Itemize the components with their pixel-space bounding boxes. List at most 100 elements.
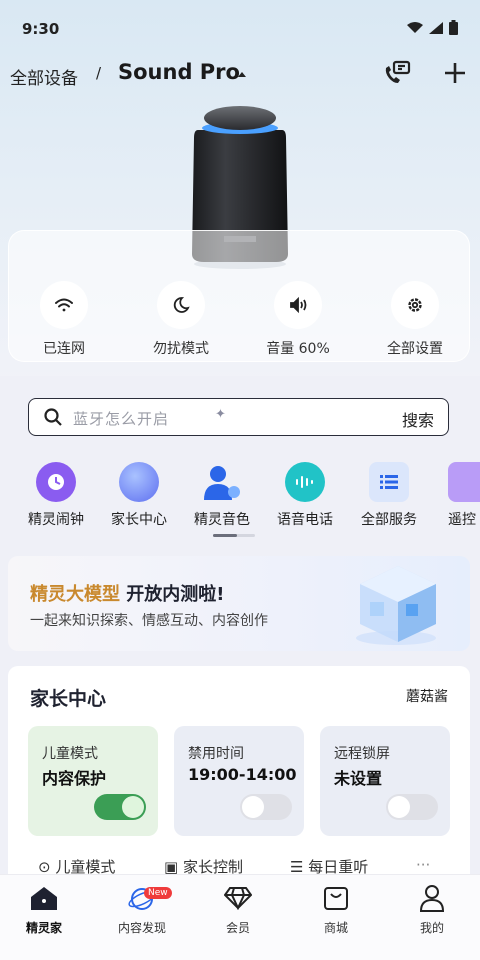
card-value: 内容保护	[42, 769, 107, 788]
list-glyph	[380, 475, 398, 489]
remote-lock-card[interactable]: 远程锁屏 未设置	[320, 726, 450, 836]
plus-icon	[445, 63, 465, 83]
moon-icon	[173, 297, 190, 313]
nav-label: 我的	[419, 921, 444, 935]
person-glyph	[204, 466, 240, 500]
alarm-clock-icon	[36, 462, 76, 502]
card-label: 儿童模式	[42, 746, 98, 762]
banner-highlight: 精灵大模型	[30, 584, 120, 605]
service-label: 遥控	[448, 512, 476, 528]
parent-center-user[interactable]: 蘑菇酱	[406, 686, 448, 706]
all-settings-button[interactable]: 全部设置	[360, 281, 470, 358]
service-all[interactable]: 全部服务	[351, 462, 427, 529]
battery-icon	[449, 20, 458, 35]
quick-label: 全部设置	[387, 341, 443, 357]
home-icon	[31, 887, 57, 910]
status-bar: 9:30	[0, 0, 480, 60]
nav-membership[interactable]: 会员	[198, 883, 278, 936]
nav-label: 商城	[323, 921, 348, 935]
sparkle-icon: ✦	[215, 407, 226, 422]
signal-icon	[429, 21, 443, 34]
more-icon[interactable]: ···	[416, 856, 430, 874]
caret-icon	[238, 72, 246, 77]
planet-icon	[119, 462, 159, 502]
search-bar[interactable]: 蓝牙怎么开启 ✦ 搜索	[28, 398, 449, 436]
bottom-nav: 精灵家 New 内容发现 会员 商城 我的	[0, 874, 480, 960]
network-status-button[interactable]: 已连网	[9, 281, 119, 358]
toggle-knob	[388, 796, 410, 818]
status-time: 9:30	[22, 20, 60, 38]
wifi-icon	[55, 298, 73, 312]
child-mode-card[interactable]: 儿童模式 内容保护	[28, 726, 158, 836]
volume-button[interactable]: 音量 60%	[243, 281, 353, 358]
card-value: 未设置	[334, 769, 383, 788]
breadcrumb-separator: /	[96, 64, 102, 82]
disable-time-card[interactable]: 禁用时间 19:00-14:00	[174, 726, 304, 836]
service-label: 精灵闹钟	[28, 512, 84, 528]
nav-profile[interactable]: 我的	[392, 883, 472, 936]
icon-wrapper	[274, 281, 322, 329]
do-not-disturb-button[interactable]: 勿扰模式	[126, 281, 236, 358]
nav-label: 内容发现	[117, 921, 166, 935]
status-icons	[407, 20, 458, 35]
device-name-dropdown[interactable]: Sound Pro	[118, 60, 240, 84]
search-button[interactable]: 搜索	[402, 407, 434, 431]
banner-subtitle: 一起来知识探索、情感互动、内容创作	[30, 613, 268, 629]
parent-center-card: 家长中心 蘑菇酱 儿童模式 内容保护 禁用时间 19:00-14:00 远程锁屏…	[8, 666, 470, 896]
child-mode-toggle[interactable]	[94, 794, 146, 820]
search-input[interactable]: 蓝牙怎么开启	[73, 408, 169, 429]
banner-title-rest: 开放内测啦!	[126, 584, 225, 605]
header: 全部设备 / Sound Pro	[0, 56, 480, 96]
toggle-knob	[242, 796, 264, 818]
volume-icon	[290, 296, 307, 314]
icon-wrapper	[40, 281, 88, 329]
services-scroll-indicator	[213, 534, 255, 537]
wifi-status-icon	[407, 21, 423, 33]
phone-message-icon	[385, 60, 411, 83]
service-voice-call[interactable]: 语音电话	[267, 462, 343, 529]
voice-chat-icon	[285, 462, 325, 502]
call-button[interactable]	[382, 58, 412, 88]
nav-label: 精灵家	[25, 921, 62, 935]
waveform-glyph	[296, 476, 313, 488]
quick-label: 音量 60%	[266, 341, 330, 357]
service-alarm[interactable]: 精灵闹钟	[18, 462, 94, 529]
icon-wrapper	[391, 281, 439, 329]
icon-wrapper	[157, 281, 205, 329]
card-label: 远程锁屏	[334, 746, 390, 762]
quick-label: 已连网	[43, 341, 85, 357]
card-label: 禁用时间	[188, 746, 244, 762]
clock-glyph	[48, 474, 64, 490]
add-button[interactable]	[440, 58, 470, 88]
service-voice[interactable]: 精灵音色	[184, 462, 260, 529]
new-badge: New	[144, 887, 172, 899]
service-label: 语音电话	[277, 512, 333, 528]
card-value: 19:00-14:00	[188, 765, 297, 784]
service-label: 精灵音色	[194, 512, 250, 528]
voice-person-icon	[202, 462, 242, 502]
quick-controls-card: 已连网 勿扰模式 音量 60% 全部设置	[8, 230, 470, 362]
nav-discover[interactable]: New 内容发现	[102, 883, 182, 936]
diamond-icon	[224, 887, 252, 910]
nav-label: 会员	[225, 921, 250, 935]
service-parent-center[interactable]: 家长中心	[101, 462, 177, 529]
service-remote[interactable]: 遥控	[434, 462, 480, 529]
nav-store[interactable]: 商城	[296, 883, 376, 936]
shopping-bag-icon	[324, 887, 348, 910]
service-label: 家长中心	[111, 512, 167, 528]
remote-lock-toggle[interactable]	[386, 794, 438, 820]
gear-icon	[408, 298, 422, 312]
remote-icon	[448, 462, 480, 502]
person-icon	[419, 885, 445, 912]
parent-center-title: 家长中心	[30, 688, 107, 710]
promo-banner[interactable]: 精灵大模型 开放内测啦! 一起来知识探索、情感互动、内容创作	[8, 556, 470, 651]
disable-time-toggle[interactable]	[240, 794, 292, 820]
glass-cube-image	[356, 566, 436, 645]
service-label: 全部服务	[361, 512, 417, 528]
toggle-knob	[122, 796, 144, 818]
breadcrumb-all-devices[interactable]: 全部设备	[10, 64, 78, 89]
nav-home[interactable]: 精灵家	[4, 883, 84, 936]
banner-title: 精灵大模型 开放内测啦!	[30, 580, 225, 606]
search-icon	[44, 408, 62, 426]
quick-label: 勿扰模式	[153, 341, 209, 357]
